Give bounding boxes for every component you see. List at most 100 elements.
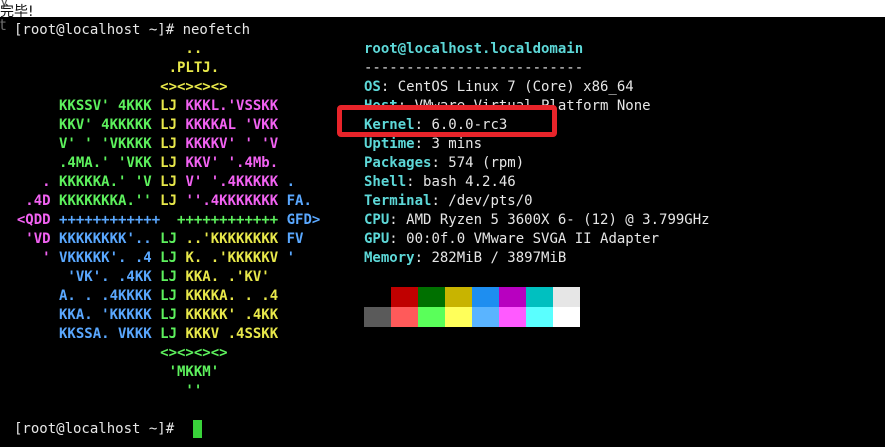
info-colon: :: [406, 174, 424, 190]
logo-row: .4D KKKKKKKA.'' LJ ''.4KKKKKKK FA.: [0, 192, 312, 211]
logo-segment: LJ: [160, 288, 178, 304]
info-row-memory: Memory: 282MiB / 3897MiB: [364, 249, 566, 268]
info-row-packages: Packages: 574 (rpm): [364, 154, 524, 173]
logo-segment: LJ: [160, 136, 178, 152]
logo-segment: ''.4KKKKKKK: [177, 193, 287, 209]
logo-segment: KKV' '.4Mb.: [177, 155, 279, 171]
palette-swatch: [499, 307, 526, 327]
command-line: [root@localhost ~]# neofetch: [14, 22, 251, 38]
info-row-gpu: GPU: 00:0f.0 VMware SVGA II Adapter: [364, 230, 659, 249]
logo-segment: LJ: [160, 269, 178, 285]
logo-segment: ++++++++++++: [59, 212, 178, 228]
logo-segment: KKKKKKKK'..: [59, 231, 161, 247]
logo-segment: KKA. 'KKKKK: [0, 307, 161, 323]
palette-swatch: [472, 287, 499, 307]
logo-segment: V' ' 'VKKKK: [0, 136, 161, 152]
logo-row: ..: [0, 40, 202, 59]
palette-swatch: [472, 307, 499, 327]
window-top-strip: y 完毕!: [0, 0, 885, 20]
logo-row: <><><><>: [0, 78, 228, 97]
logo-segment: V' '.4KKKKK: [177, 174, 287, 190]
logo-segment: K. .'KKKKKV: [177, 250, 287, 266]
palette-swatch: [499, 287, 526, 307]
logo-segment: LJ: [160, 155, 178, 171]
logo-segment: .: [286, 174, 296, 190]
logo-row: .4MA.' 'VKK LJ KKV' '.4Mb.: [0, 154, 278, 173]
logo-segment: KKKKKKKA.'': [59, 193, 161, 209]
info-row-cpu: CPU: AMD Ryzen 5 3600X 6- (12) @ 3.799GH…: [364, 211, 710, 230]
logo-segment: KKSSV' 4KKK: [0, 98, 161, 114]
info-row-terminal: Terminal: /dev/pts/0: [364, 192, 533, 211]
palette-swatch: [526, 307, 553, 327]
logo-segment: ': [286, 250, 296, 266]
logo-segment: <QDD: [0, 212, 60, 228]
info-colon: :: [431, 193, 449, 209]
palette-swatch: [391, 287, 418, 307]
logo-segment: LJ: [160, 307, 178, 323]
logo-row: '': [0, 382, 202, 401]
info-value: bash 4.2.46: [423, 174, 516, 190]
logo-row: KKV' 4KKKKK LJ KKKKAL 'VKK: [0, 116, 278, 135]
info-value: 574 (rpm): [448, 155, 525, 171]
logo-segment: ..'KKKKKKKK: [177, 231, 287, 247]
info-colon: :: [414, 250, 432, 266]
info-separator: --------------------------: [364, 60, 584, 76]
logo-segment: LJ: [160, 193, 178, 209]
logo-segment: A. . .4KKKK: [0, 288, 161, 304]
palette-swatch: [391, 307, 418, 327]
logo-segment: .4D: [0, 193, 60, 209]
palette-swatch: [445, 307, 472, 327]
info-colon: :: [389, 231, 407, 247]
logo-segment: KKSSA. VKKK: [0, 326, 161, 342]
logo-row: .PLTJ.: [0, 59, 220, 78]
logo-segment: KKKKV' ' 'V: [177, 136, 279, 152]
logo-segment: '': [0, 383, 203, 399]
logo-segment: <><><><>: [0, 345, 228, 361]
logo-row: 'VK'. .4KK LJ KKA. .'KV': [0, 268, 270, 287]
logo-row: <QDD ++++++++++++ ++++++++++++ GFD>: [0, 211, 320, 230]
info-colon: :: [380, 79, 398, 95]
logo-segment: ..: [0, 41, 203, 57]
info-key: CPU: [364, 212, 390, 228]
info-key: OS: [364, 79, 381, 95]
logo-segment: FV: [286, 231, 304, 247]
logo-segment: FA.: [286, 193, 312, 209]
logo-segment: VKKKKK'. .4: [59, 250, 161, 266]
logo-row: <><><><>: [0, 344, 228, 363]
logo-segment: <><><><>: [0, 79, 228, 95]
logo-row: ' VKKKKK'. .4 LJ K. .'KKKKKV ': [0, 249, 295, 268]
info-row-uptime: Uptime: 3 mins: [364, 135, 482, 154]
logo-segment: LJ: [160, 174, 178, 190]
logo-segment: LJ: [160, 117, 178, 133]
logo-segment: LJ: [160, 231, 178, 247]
logo-segment: .PLTJ.: [0, 60, 220, 76]
info-value: 282MiB / 3897MiB: [431, 250, 567, 266]
logo-segment: GFD>: [286, 212, 321, 228]
logo-row: . KKKKKA.' 'V LJ V' '.4KKKKK .: [0, 173, 295, 192]
palette-swatch: [364, 307, 391, 327]
info-colon: :: [389, 212, 407, 228]
palette-swatch: [364, 287, 391, 307]
logo-segment: KKKKK' .4KK: [177, 307, 279, 323]
info-value: 00:0f.0 VMware SVGA II Adapter: [406, 231, 660, 247]
logo-segment: 'VD: [0, 231, 60, 247]
palette-swatch: [418, 287, 445, 307]
logo-segment: KKKKAL 'VKK: [177, 117, 279, 133]
palette-swatch: [553, 307, 580, 327]
info-value: AMD Ryzen 5 3600X 6- (12) @ 3.799GHz: [406, 212, 710, 228]
logo-segment: LJ: [160, 326, 178, 342]
info-value: 3 mins: [431, 136, 483, 152]
logo-segment: KKA. .'KV': [177, 269, 270, 285]
logo-row: V' ' 'VKKKK LJ KKKKV' ' 'V: [0, 135, 278, 154]
logo-segment: .4MA.' 'VKK: [0, 155, 161, 171]
palette-swatch: [418, 307, 445, 327]
info-colon: :: [414, 136, 432, 152]
info-key: Shell: [364, 174, 407, 190]
logo-row: A. . .4KKKK LJ KKKKA. . .4: [0, 287, 278, 306]
logo-row: 'VD KKKKKKKK'.. LJ ..'KKKKKKKK FV: [0, 230, 303, 249]
logo-row: 'MKKM': [0, 363, 220, 382]
ghost-text-t: t: [0, 16, 6, 34]
terminal-cursor[interactable]: [193, 420, 202, 438]
logo-row: KKSSV' 4KKK LJ KKKL.'VSSKK: [0, 97, 278, 116]
shell-prompt: [root@localhost ~]#: [14, 421, 175, 437]
